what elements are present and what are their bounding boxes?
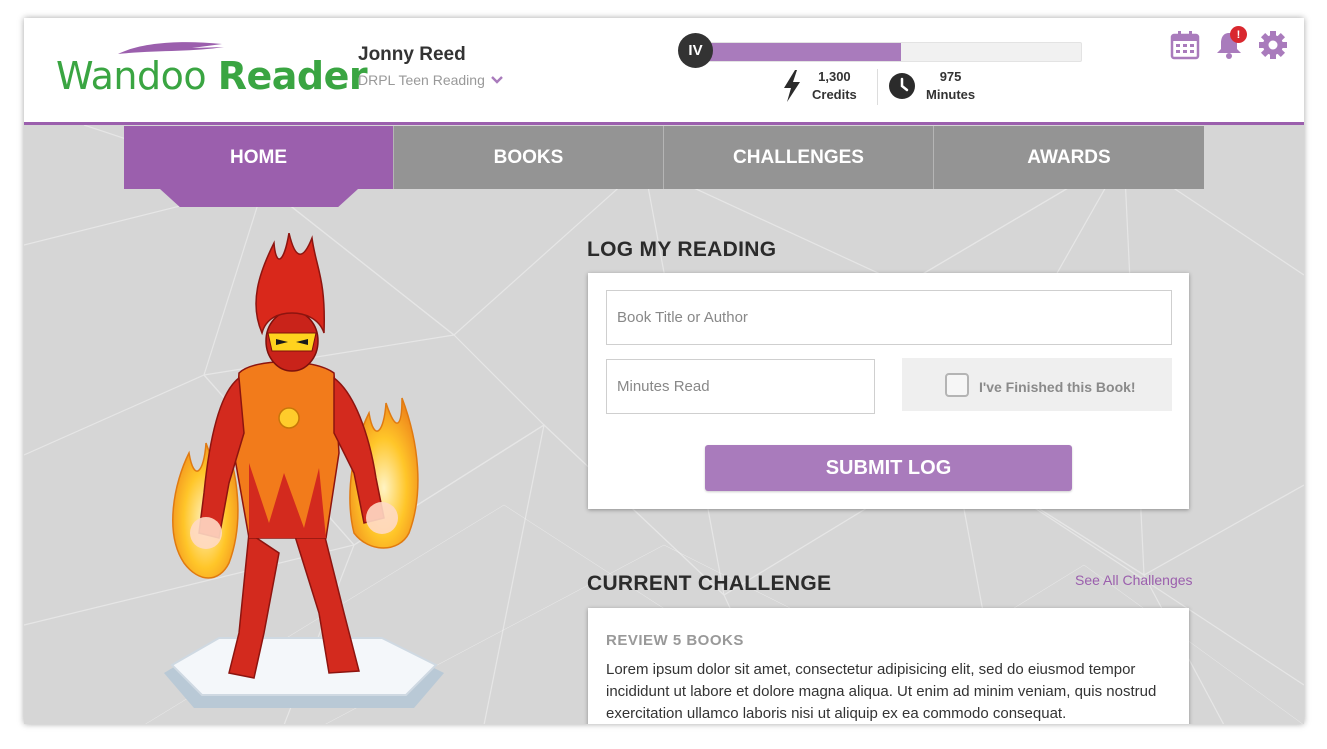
credits-value: 1,300 [818, 69, 851, 84]
gear-icon [1259, 31, 1287, 59]
credits-label: Credits [812, 87, 857, 102]
header-actions: ! [1170, 26, 1288, 60]
level-badge: IV [678, 33, 713, 68]
main-nav: HOME BOOKS CHALLENGES AWARDS [124, 126, 1204, 189]
finished-book-toggle[interactable]: I've Finished this Book! [902, 358, 1172, 411]
minutes-value: 975 [939, 69, 962, 84]
program-selector[interactable]: DRPL Teen Reading [358, 72, 503, 88]
current-challenge-title: CURRENT CHALLENGE [587, 572, 832, 595]
settings-button[interactable] [1258, 30, 1288, 60]
level-progress-bar [696, 42, 1082, 62]
stat-divider [877, 69, 878, 105]
tab-awards[interactable]: AWARDS [934, 126, 1204, 189]
notifications-button[interactable]: ! [1214, 26, 1247, 60]
book-title-input[interactable]: Book Title or Author [606, 290, 1172, 345]
chevron-down-icon [491, 76, 503, 84]
app-window: Wandoo Reader Jonny Reed DRPL Teen Readi… [24, 18, 1304, 724]
challenge-description: Lorem ipsum dolor sit amet, consectetur … [606, 661, 1157, 722]
minutes-read-input[interactable]: Minutes Read [606, 359, 875, 414]
tab-books[interactable]: BOOKS [394, 126, 664, 189]
minutes-label: Minutes [926, 87, 976, 102]
credits-stat: 1,300 Credits [782, 68, 857, 104]
logo-word-1: Wandoo [56, 54, 207, 98]
pedestal [164, 637, 444, 708]
level-progress-fill [697, 43, 901, 61]
calendar-button[interactable] [1170, 30, 1200, 60]
challenge-name: REVIEW 5 BOOKS [606, 632, 744, 649]
submit-log-button[interactable]: SUBMIT LOG [705, 445, 1072, 491]
finished-checkbox[interactable] [945, 372, 969, 397]
minutes-stat: 975 Minutes [888, 68, 975, 104]
finished-label: I've Finished this Book! [979, 378, 1136, 395]
clock-icon [889, 73, 915, 99]
notification-badge: ! [1230, 26, 1247, 43]
logo-word-2: Reader [217, 54, 368, 98]
user-name: Jonny Reed [358, 44, 466, 65]
calendar-icon [1170, 31, 1200, 60]
brand-logo[interactable]: Wandoo Reader [56, 40, 368, 110]
avatar-character[interactable] [144, 233, 474, 724]
header: Wandoo Reader Jonny Reed DRPL Teen Readi… [24, 18, 1304, 125]
challenge-card: REVIEW 5 BOOKS Lorem ipsum dolor sit ame… [588, 608, 1189, 724]
see-all-challenges-link[interactable]: See All Challenges [1075, 572, 1193, 588]
lightning-icon [784, 70, 800, 102]
log-reading-title: LOG MY READING [587, 238, 777, 261]
log-reading-card: Book Title or Author Minutes Read I've F… [588, 273, 1189, 509]
tab-home[interactable]: HOME [124, 126, 394, 189]
program-name: DRPL Teen Reading [358, 72, 485, 88]
tab-challenges[interactable]: CHALLENGES [664, 126, 934, 189]
